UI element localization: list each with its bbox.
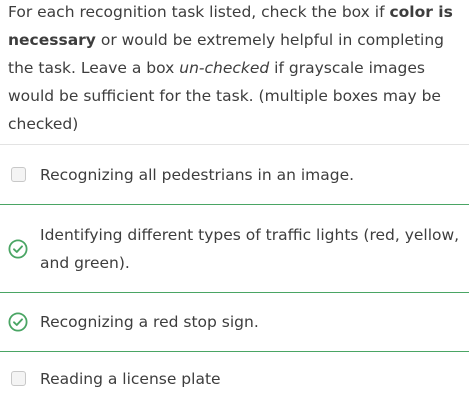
option-label: Recognizing a red stop sign. bbox=[40, 313, 259, 331]
question-italic: un-checked bbox=[179, 59, 270, 77]
option-checkbox[interactable] bbox=[8, 369, 28, 389]
empty-checkbox-icon bbox=[10, 371, 26, 386]
question-prompt: For each recognition task listed, check … bbox=[0, 0, 469, 144]
option-label: Identifying different types of traffic l… bbox=[40, 225, 460, 272]
empty-checkbox-icon bbox=[10, 167, 26, 182]
option-pedestrians[interactable]: Recognizing all pedestrians in an image. bbox=[0, 145, 469, 205]
option-stop-sign[interactable]: Recognizing a red stop sign. bbox=[0, 293, 469, 352]
option-checkbox[interactable] bbox=[8, 238, 28, 259]
question-text-1: For each recognition task listed, check … bbox=[8, 3, 390, 21]
check-circle-icon bbox=[8, 312, 28, 332]
option-checkbox[interactable] bbox=[8, 165, 28, 185]
option-license-plate[interactable]: Reading a license plate bbox=[0, 352, 469, 405]
option-label: Recognizing all pedestrians in an image. bbox=[40, 165, 355, 184]
option-checkbox[interactable] bbox=[8, 312, 28, 332]
option-traffic-lights[interactable]: Identifying different types of traffic l… bbox=[0, 205, 469, 293]
options-list: Recognizing all pedestrians in an image.… bbox=[0, 145, 469, 405]
check-circle-icon bbox=[8, 238, 28, 259]
option-label: Reading a license plate bbox=[40, 369, 221, 388]
